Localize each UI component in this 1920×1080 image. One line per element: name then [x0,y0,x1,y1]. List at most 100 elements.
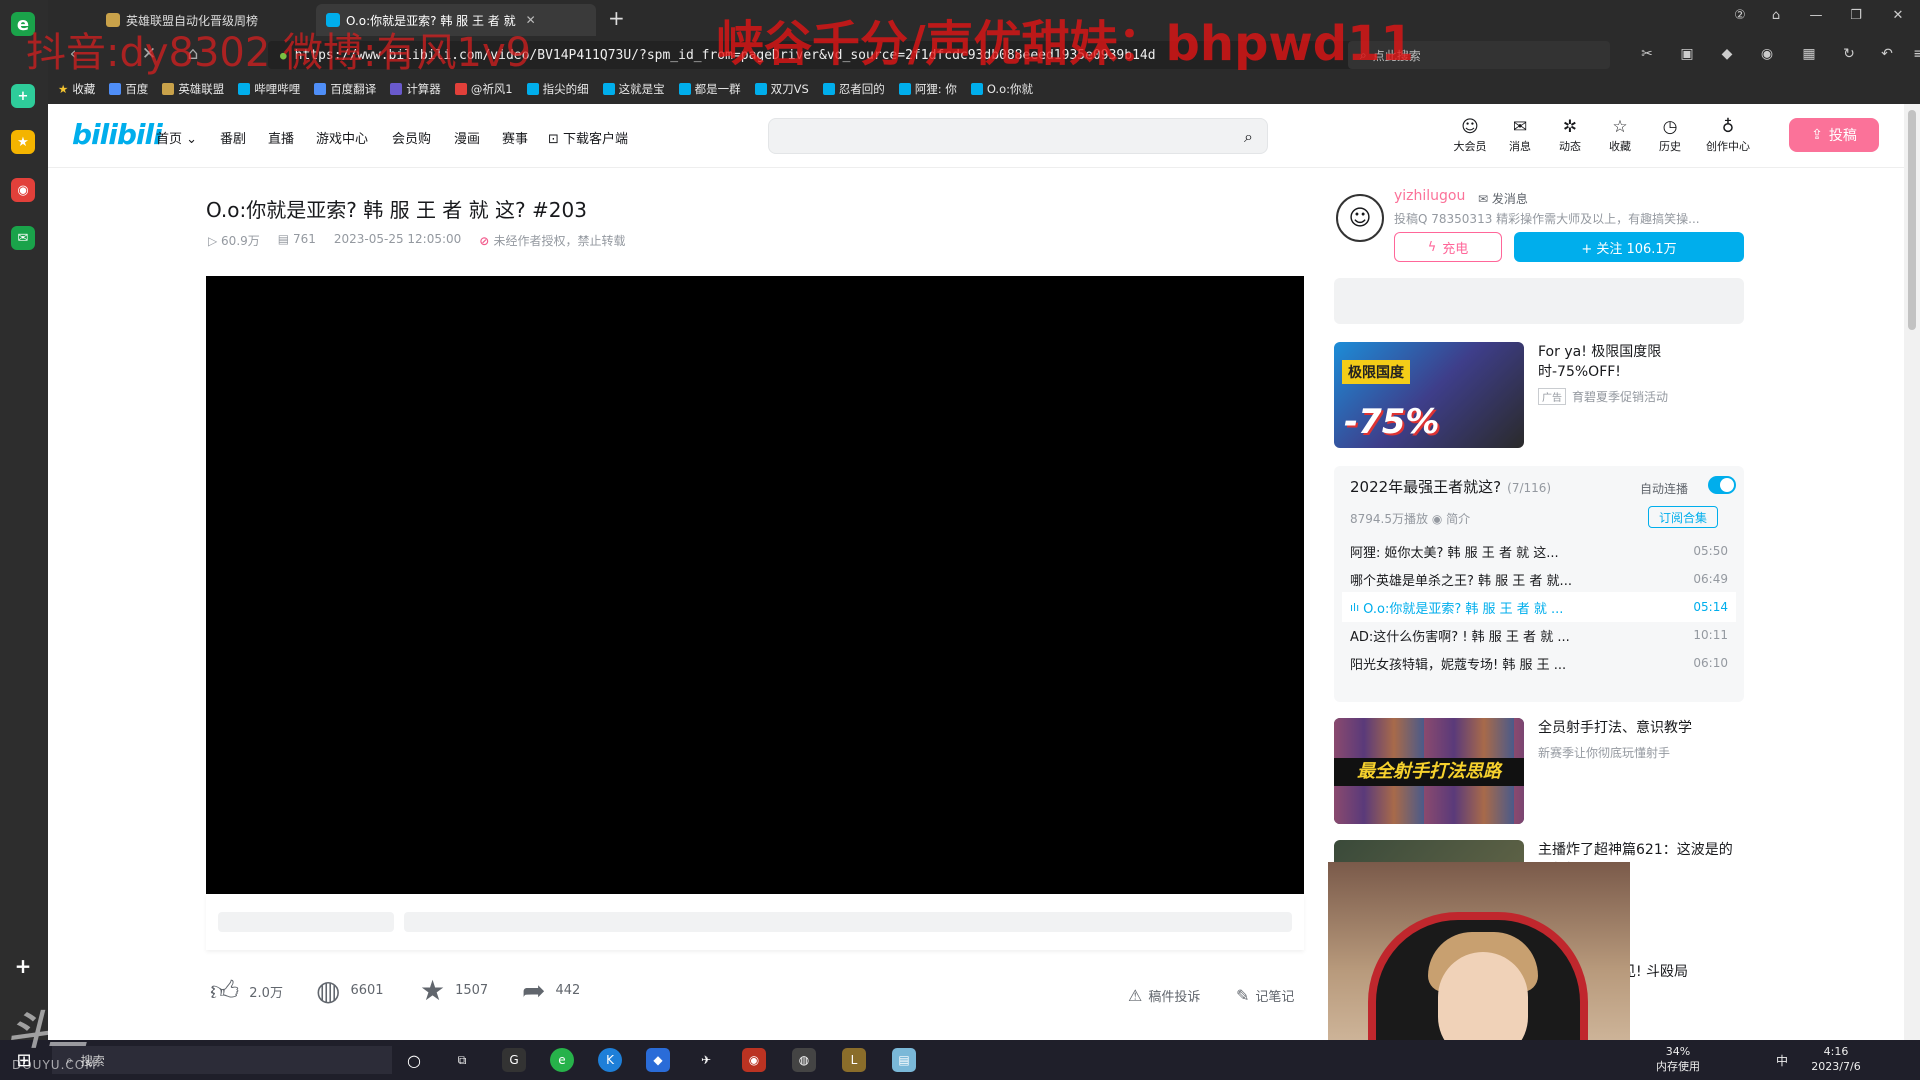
task-view-icon[interactable]: ⧉ [450,1048,474,1072]
taskbar-search[interactable]: ⌕ 搜索 [52,1046,392,1074]
bird-app-icon[interactable]: ◆ [646,1048,670,1072]
video-player[interactable] [206,276,1304,894]
subscribe-collection-button[interactable]: 订阅合集 [1648,506,1718,528]
bookmark-item[interactable]: 双刀VS [754,81,809,97]
send-message-link[interactable]: ✉ 发消息 [1478,190,1528,207]
app-g-icon[interactable]: G [502,1048,526,1072]
site-search-input[interactable]: ⌕ [768,118,1268,154]
search-icon[interactable]: ⌕ [1244,127,1253,147]
browser-app-icon[interactable]: e [550,1048,574,1072]
nav-shop[interactable]: 会员购 [392,128,431,147]
notepad-app-icon[interactable]: ▤ [892,1048,916,1072]
bookmark-item[interactable]: 百度翻译 [314,81,376,97]
star-icon[interactable]: ★ [11,130,35,154]
tab-count-icon[interactable]: ② [1730,8,1750,23]
ad-card[interactable]: 极限国度 -75% For ya! 极限国度限时-75%OFF! 广告 育碧夏季促… [1334,340,1744,450]
bookmark-item[interactable]: 都是一群 [678,81,741,97]
report-button[interactable]: ⚠ 稿件投诉 [1128,986,1200,1005]
follow-button[interactable]: + 关注 106.1万 [1514,232,1744,262]
refresh-button[interactable]: ✕ [138,44,160,64]
bookmark-item[interactable]: ★ 收藏 [58,81,95,97]
plane-app-icon[interactable]: ✈ [694,1048,718,1072]
video-toolbar: 👍︎2.0万 ◍6601 ★1507 ➦442 ⚠稿件投诉 ✎记笔记 ⋮ [206,964,1349,1020]
cortana-icon[interactable]: ○ [402,1048,426,1072]
nav-manga[interactable]: 漫画 [454,128,480,147]
tab-label: 英雄联盟自动化晋级周榜 [126,13,259,28]
scrollbar-thumb[interactable] [1908,110,1916,330]
bookmark-item[interactable]: 英雄联盟 [162,81,224,97]
tab-lol-ranking[interactable]: 英雄联盟自动化晋级周榜 [96,4,306,36]
playlist-item[interactable]: 阿狸: 姬你太美? 韩 服 王 者 就 这... 05:50 [1342,536,1736,566]
nav-game-center[interactable]: 游戏中心 [316,128,368,147]
mail-icon[interactable]: ✉ [11,226,35,250]
close-tab-icon[interactable]: ✕ [526,13,536,27]
browser-logo-icon[interactable]: e [11,12,35,36]
menu-icon[interactable]: ≡ [1910,46,1920,64]
header-favorite[interactable]: ☆ 收藏 [1600,116,1640,154]
danmaku-input-placeholder[interactable] [404,912,1292,932]
avatar[interactable]: ☺ [1336,194,1384,242]
header-dynamic[interactable]: ✲ 动态 [1550,116,1590,154]
nav-esports[interactable]: 赛事 [502,128,528,147]
close-window-button[interactable]: ✕ [1888,8,1908,23]
maximize-button[interactable]: ❐ [1846,8,1866,23]
shield-icon[interactable]: ◆ [1718,46,1736,64]
system-clock[interactable]: 4:16 2023/7/6 [1796,1044,1876,1074]
bookmark-item[interactable]: @祈风1 [454,81,513,97]
bookmark-item[interactable]: 计算器 [390,81,441,97]
undo-icon[interactable]: ↶ [1878,46,1896,64]
notes-button[interactable]: ✎ 记笔记 [1236,986,1294,1005]
bookmark-item[interactable]: O.o:你就 [970,81,1033,97]
upload-button[interactable]: ⇪ 投稿 [1789,118,1879,152]
translate-icon[interactable]: ▣ [1678,46,1696,64]
history-icon[interactable]: ↻ [1840,46,1858,64]
uploader-name[interactable]: yizhilugou [1394,188,1465,204]
shirt-icon[interactable]: ⌂ [1766,8,1786,23]
playlist-item[interactable]: 哪个英雄是单杀之王? 韩 服 王 者 就... 06:49 [1342,564,1736,594]
bookmark-item[interactable]: 忍者回的 [822,81,885,97]
charge-button[interactable]: ϟ 充电 [1394,232,1502,262]
nav-live[interactable]: 直播 [268,128,294,147]
record-app-icon[interactable]: ◉ [742,1048,766,1072]
favorite-button[interactable]: ★ 1507 [420,974,488,1007]
header-creator[interactable]: ♁ 创作中心 [1702,116,1754,154]
new-tab-button[interactable]: + [608,6,625,30]
minimize-button[interactable]: — [1806,8,1826,23]
recommend-card[interactable]: 最全射手打法思路 全员射手打法、意识教学 新赛季让你彻底玩懂射手 [1334,718,1744,828]
bilibili-logo[interactable]: bilibili [72,118,163,151]
playlist-item[interactable]: 阳光女孩特辑，妮蔻专场! 韩 服 王 ... 06:10 [1342,648,1736,678]
bookmark-item[interactable]: 这就是宝 [602,81,665,97]
autoplay-toggle[interactable] [1708,476,1736,494]
back-button[interactable]: ‹ [62,44,84,64]
like-button[interactable]: 👍︎ 2.0万 [210,974,283,1008]
grid-icon[interactable]: ▦ [1800,46,1818,64]
bookmark-item[interactable]: 阿狸: 你 [898,81,957,97]
gamepad-icon[interactable]: ◉ [1758,46,1776,64]
share-button[interactable]: ➦ 442 [522,974,580,1007]
camera-app-icon[interactable]: ◍ [792,1048,816,1072]
header-history[interactable]: ◷ 历史 [1650,116,1690,154]
home-button[interactable]: ⌂ [182,44,204,64]
add-icon[interactable]: + [11,954,35,978]
header-message[interactable]: ✉ 消息 [1500,116,1540,154]
weibo-icon[interactable]: ◉ [11,178,35,202]
league-app-icon[interactable]: L [842,1048,866,1072]
bookmark-item[interactable]: 哔哩哔哩 [238,81,300,97]
playlist-item-active[interactable]: ılı O.o:你就是亚索? 韩 服 王 者 就 ... 05:14 [1342,592,1736,622]
header-vip[interactable]: ☺ 大会员 [1450,116,1490,154]
playlist-item[interactable]: AD:这什么伤害啊? ! 韩 服 王 者 就 ... 10:11 [1342,620,1736,650]
add-circle-icon[interactable]: + [11,84,35,108]
url-bar[interactable]: ● https://www.bilibili.com/video/BV14P41… [268,41,1368,69]
nav-home[interactable]: 首页 ⌄ [156,128,197,147]
page-scrollbar[interactable] [1904,104,1920,1040]
browser-search-input[interactable]: ⌕ 点此搜索 [1348,41,1610,69]
bookmark-item[interactable]: 百度 [109,81,148,97]
nav-anime[interactable]: 番剧 [220,128,246,147]
tab-bilibili-video[interactable]: O.o:你就是亚索? 韩 服 王 者 就 ✕ [316,4,596,36]
k-app-icon[interactable]: K [598,1048,622,1072]
coin-button[interactable]: ◍ 6601 [316,974,384,1007]
bookmark-item[interactable]: 指尖的细 [526,81,589,97]
ime-indicator[interactable]: 中 [1776,1052,1788,1069]
nav-download[interactable]: ⊡ 下载客户端 [548,128,628,147]
scissors-icon[interactable]: ✂ [1638,46,1656,64]
